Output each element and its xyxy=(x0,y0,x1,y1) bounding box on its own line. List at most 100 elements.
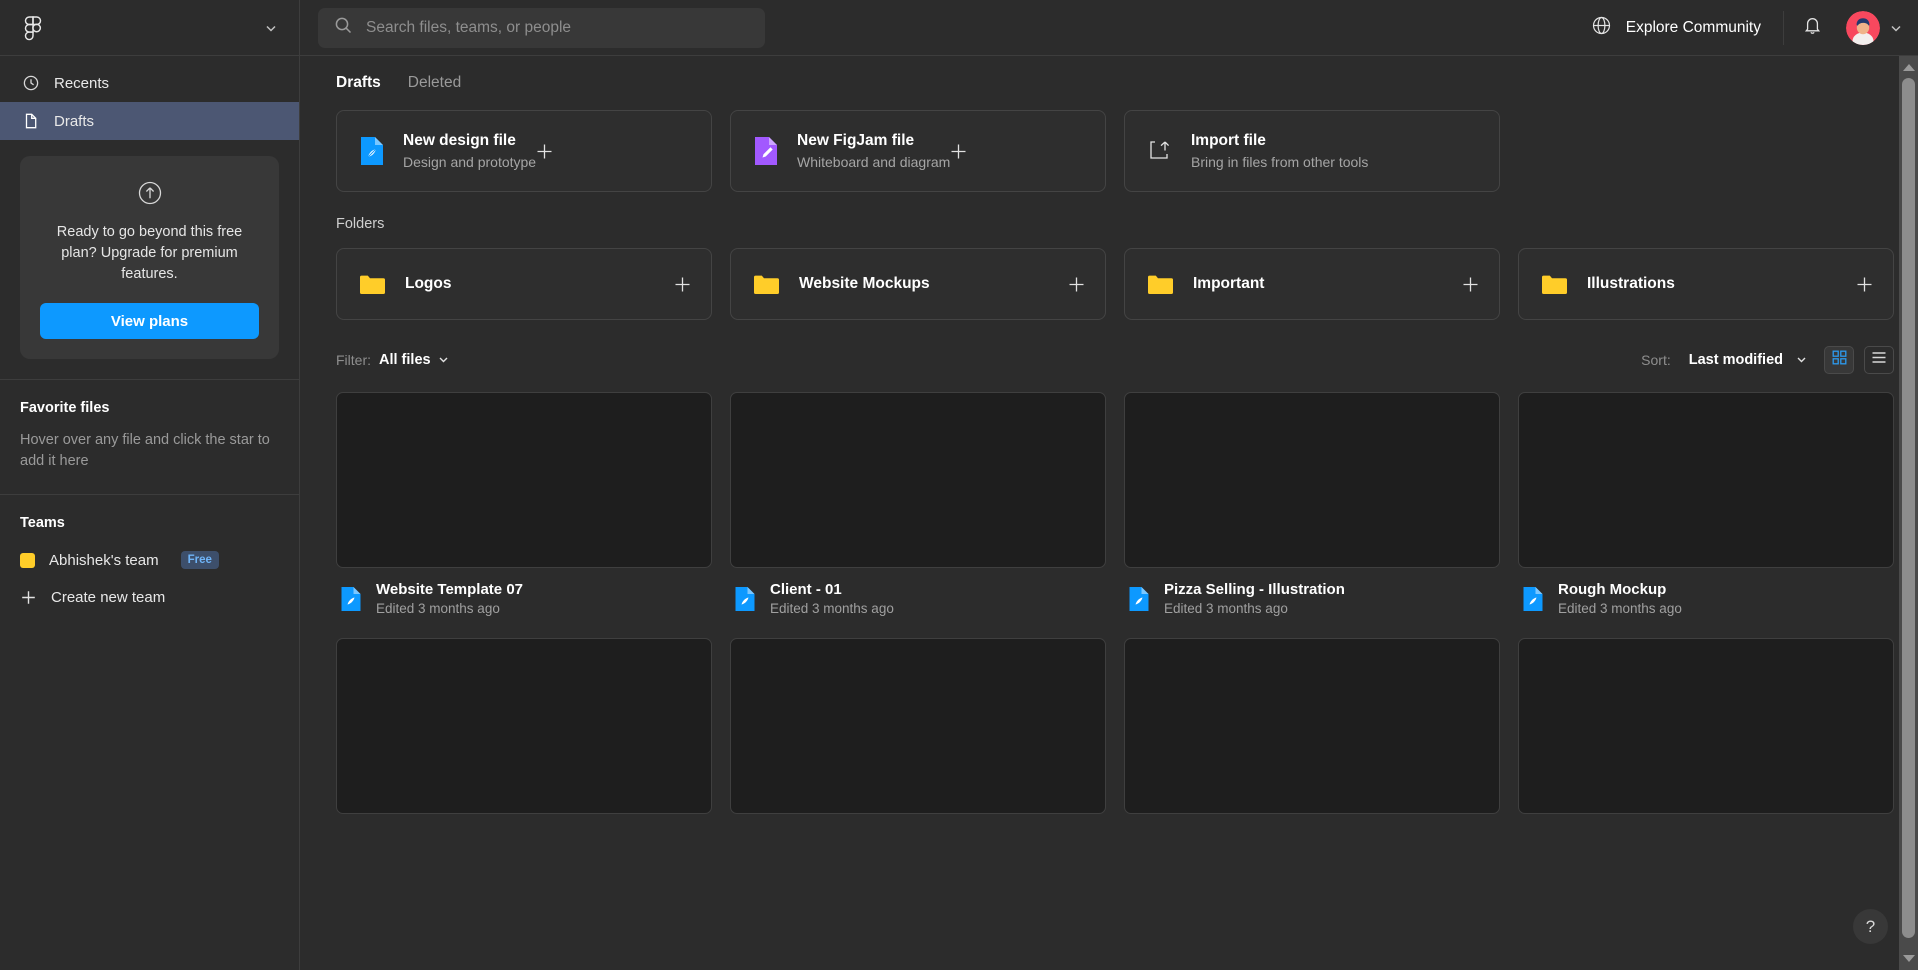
plus-icon[interactable] xyxy=(1462,276,1479,293)
filter-chevron-down-icon[interactable] xyxy=(431,351,450,369)
figjam-file-icon xyxy=(753,136,797,166)
search-input[interactable] xyxy=(366,18,749,37)
file-title: Website Template 07 xyxy=(376,581,523,598)
file-card[interactable]: Rough Mockup Edited 3 months ago xyxy=(1518,392,1894,616)
user-menu[interactable] xyxy=(1846,10,1904,45)
create-new-team-button[interactable]: Create new team xyxy=(20,589,279,606)
sidebar-item-drafts[interactable]: Drafts xyxy=(0,102,299,140)
explore-community-label: Explore Community xyxy=(1625,18,1761,36)
plus-icon[interactable] xyxy=(674,276,691,293)
file-card[interactable] xyxy=(730,638,1106,814)
sidebar-item-label: Recents xyxy=(54,74,110,92)
folders-row: Logos Website Mockups Important Illustra… xyxy=(336,248,1894,320)
file-thumbnail[interactable] xyxy=(730,392,1106,568)
folder-name: Website Mockups xyxy=(799,275,930,292)
file-meta: Pizza Selling - Illustration Edited 3 mo… xyxy=(1124,568,1500,616)
file-thumbnail[interactable] xyxy=(1518,392,1894,568)
plus-icon[interactable] xyxy=(536,143,553,160)
file-card[interactable] xyxy=(336,638,712,814)
top-bar-right: Explore Community xyxy=(1591,8,1904,48)
upgrade-card: Ready to go beyond this free plan? Upgra… xyxy=(20,156,279,360)
card-texts: New FigJam file Whiteboard and diagram xyxy=(797,132,950,170)
content-inner: Drafts Deleted New design file Design an… xyxy=(300,56,1918,814)
file-card[interactable]: Website Template 07 Edited 3 months ago xyxy=(336,392,712,616)
team-color-swatch xyxy=(20,552,35,568)
user-menu-chevron-down-icon[interactable] xyxy=(1888,20,1904,36)
file-icon xyxy=(22,112,40,130)
quick-actions-row: New design file Design and prototype New… xyxy=(336,110,1894,192)
tab-deleted[interactable]: Deleted xyxy=(408,74,461,94)
upgrade-section: Ready to go beyond this free plan? Upgra… xyxy=(0,140,299,379)
folder-icon xyxy=(1147,274,1193,295)
file-card[interactable] xyxy=(1518,638,1894,814)
grid-view-button[interactable] xyxy=(1824,346,1854,374)
file-card[interactable] xyxy=(1124,638,1500,814)
file-subtitle: Edited 3 months ago xyxy=(1164,601,1288,616)
file-subtitle: Edited 3 months ago xyxy=(376,601,500,616)
file-thumbnail[interactable] xyxy=(1124,392,1500,568)
new-figjam-file-card[interactable]: New FigJam file Whiteboard and diagram xyxy=(730,110,1106,192)
vertical-scrollbar[interactable] xyxy=(1899,56,1918,970)
team-item-abhisheks-team[interactable]: Abhishek's team Free xyxy=(20,551,279,570)
folder-name: Logos xyxy=(405,275,452,292)
sidebar-item-recents[interactable]: Recents xyxy=(0,64,299,102)
clock-icon xyxy=(22,74,40,92)
view-plans-button[interactable]: View plans xyxy=(40,303,259,340)
filter-label: Filter: xyxy=(336,352,371,368)
figma-file-browser: Recents Drafts Ready to go beyond this f… xyxy=(0,0,1918,970)
sort-chevron-down-icon[interactable] xyxy=(1789,351,1808,369)
file-thumbnail[interactable] xyxy=(1124,638,1500,814)
file-card[interactable]: Pizza Selling - Illustration Edited 3 mo… xyxy=(1124,392,1500,616)
file-card[interactable]: Client - 01 Edited 3 months ago xyxy=(730,392,1106,616)
upgrade-text: Ready to go beyond this free plan? Upgra… xyxy=(56,224,243,283)
search-icon xyxy=(334,16,353,40)
design-file-icon xyxy=(1522,586,1544,612)
file-meta: Website Template 07 Edited 3 months ago xyxy=(336,568,712,616)
sort-dropdown[interactable]: Last modified xyxy=(1689,352,1783,368)
team-plan-badge: Free xyxy=(180,551,219,570)
file-thumbnail[interactable] xyxy=(336,638,712,814)
card-subtitle: Bring in files from other tools xyxy=(1191,154,1369,170)
plus-icon xyxy=(20,589,37,606)
scroll-down-arrow-icon[interactable] xyxy=(1903,955,1915,962)
sidebar-account-header[interactable] xyxy=(0,0,299,56)
folder-card-important[interactable]: Important xyxy=(1124,248,1500,320)
file-subtitle: Edited 3 months ago xyxy=(1558,601,1682,616)
file-text-block: Pizza Selling - Illustration Edited 3 mo… xyxy=(1164,581,1345,616)
folder-card-website-mockups[interactable]: Website Mockups xyxy=(730,248,1106,320)
tab-drafts[interactable]: Drafts xyxy=(336,74,381,94)
plus-icon[interactable] xyxy=(1856,276,1873,293)
explore-community-button[interactable]: Explore Community xyxy=(1591,10,1784,45)
folder-card-logos[interactable]: Logos xyxy=(336,248,712,320)
filter-dropdown[interactable]: All files xyxy=(379,352,431,368)
empty-grid-cell xyxy=(1518,110,1894,192)
design-file-icon xyxy=(359,136,403,166)
account-chevron-down-icon[interactable] xyxy=(263,20,279,36)
scroll-up-arrow-icon[interactable] xyxy=(1903,64,1915,71)
plus-icon[interactable] xyxy=(950,143,967,160)
files-grid-row-2 xyxy=(336,638,1894,814)
folder-icon xyxy=(753,274,799,295)
favorite-files-title: Favorite files xyxy=(20,400,110,417)
design-file-icon xyxy=(1128,586,1150,612)
scrollbar-thumb[interactable] xyxy=(1902,78,1915,938)
list-view-button[interactable] xyxy=(1864,346,1894,374)
favorite-files-hint: Hover over any file and click the star t… xyxy=(20,432,270,470)
import-file-card[interactable]: Import file Bring in files from other to… xyxy=(1124,110,1500,192)
file-thumbnail[interactable] xyxy=(730,638,1106,814)
new-design-file-card[interactable]: New design file Design and prototype xyxy=(336,110,712,192)
file-thumbnail[interactable] xyxy=(1518,638,1894,814)
main-area: Explore Community xyxy=(300,0,1918,970)
plus-icon[interactable] xyxy=(1068,276,1085,293)
file-thumbnail[interactable] xyxy=(336,392,712,568)
globe-icon xyxy=(1591,15,1612,41)
help-button[interactable]: ? xyxy=(1853,909,1888,944)
search-box[interactable] xyxy=(318,7,765,48)
figma-logo xyxy=(22,15,44,41)
folder-name: Illustrations xyxy=(1587,275,1675,292)
notifications-button[interactable] xyxy=(1792,8,1832,48)
drafts-tabs: Drafts Deleted xyxy=(336,56,1894,110)
folder-card-illustrations[interactable]: Illustrations xyxy=(1518,248,1894,320)
file-subtitle: Edited 3 months ago xyxy=(770,601,894,616)
team-name: Abhishek's team xyxy=(49,551,159,569)
